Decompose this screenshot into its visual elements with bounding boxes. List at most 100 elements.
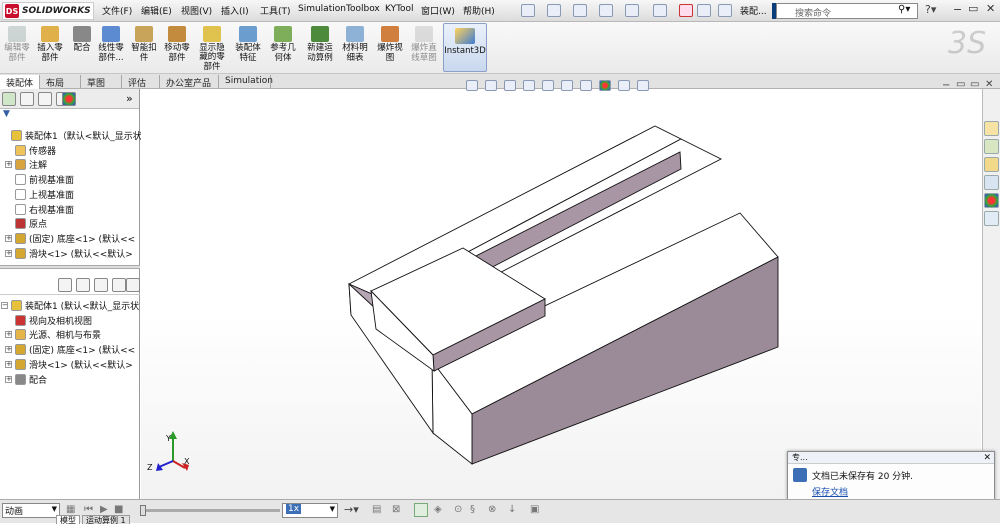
expand-icon[interactable]: +: [5, 346, 12, 354]
tab-3[interactable]: 评估: [122, 75, 160, 89]
ribbon-button-4[interactable]: 智能扣 件: [129, 26, 159, 72]
custom-properties-icon[interactable]: [984, 211, 999, 226]
ribbon-button-8[interactable]: 参考几 何体: [266, 26, 300, 72]
viewport-minimize-icon[interactable]: −: [942, 80, 950, 91]
viewport-restore-icon[interactable]: ▭: [970, 79, 979, 90]
rebuild-icon[interactable]: [679, 4, 693, 17]
display-style-icon[interactable]: [561, 80, 573, 91]
hide-show-icon[interactable]: [580, 80, 592, 91]
ribbon-button-9[interactable]: 新建运 动算例: [303, 26, 337, 72]
select-icon[interactable]: [653, 4, 667, 17]
expand-panel-icon[interactable]: »: [126, 92, 133, 105]
view-palette-icon[interactable]: [984, 175, 999, 190]
collapse-icon[interactable]: −: [1, 302, 8, 309]
file-properties-icon[interactable]: [697, 4, 711, 17]
contact-icon[interactable]: ⊗: [488, 504, 496, 515]
tree-row[interactable]: + 光源、相机与布景: [5, 328, 101, 341]
menu-item-8[interactable]: 窗口(W): [421, 4, 455, 17]
tree-row[interactable]: + (固定) 底座<1> (默认<<: [5, 232, 135, 245]
ribbon-button-1[interactable]: 插入零 部件: [35, 26, 65, 72]
menu-item-1[interactable]: 编辑(E): [141, 4, 172, 17]
playback-slider[interactable]: [140, 509, 280, 512]
expand-icon[interactable]: +: [5, 331, 12, 339]
filter-icon[interactable]: ▼: [3, 109, 10, 119]
add-key-icon[interactable]: ◈: [434, 504, 442, 515]
play-icon[interactable]: ▶: [100, 504, 108, 515]
tree-row[interactable]: 装配体1（默认<默认_显示状: [1, 129, 142, 142]
appearance-pane-icon[interactable]: [94, 278, 108, 292]
undo-icon[interactable]: [625, 4, 639, 17]
results-icon[interactable]: ▣: [530, 504, 539, 515]
menu-item-6[interactable]: Toolbox: [346, 4, 380, 14]
stop-icon[interactable]: ■: [114, 504, 123, 515]
close-icon[interactable]: ✕: [986, 2, 995, 15]
help-icon[interactable]: ?▾: [925, 3, 936, 16]
search-icon[interactable]: ⚲▾: [898, 4, 910, 15]
view-orientation-icon[interactable]: [542, 80, 554, 91]
menu-item-4[interactable]: 工具(T): [260, 4, 291, 17]
spring-icon[interactable]: §: [470, 504, 475, 515]
tree-row[interactable]: + 滑块<1> (默认<<默认>: [5, 358, 133, 371]
menu-item-9[interactable]: 帮助(H): [463, 4, 495, 17]
tree-row[interactable]: 前视基准面: [5, 173, 74, 186]
expand-icon[interactable]: +: [5, 360, 12, 368]
instant3d-button[interactable]: Instant3D: [443, 23, 487, 72]
search-input[interactable]: 搜索命令: [776, 3, 918, 19]
tree-row[interactable]: 传感器: [5, 144, 56, 157]
zoom-area-icon[interactable]: [485, 80, 497, 91]
zoom-to-fit-icon[interactable]: [466, 80, 478, 91]
tab-1[interactable]: 布局: [40, 75, 81, 89]
tab-2[interactable]: 草图: [81, 75, 122, 89]
tree-row[interactable]: + 滑块<1> (默认<<默认>: [5, 247, 133, 260]
playback-speed-select[interactable]: 1x ▼: [282, 503, 338, 518]
motor-icon[interactable]: ⊙: [454, 504, 462, 515]
save-icon[interactable]: [573, 4, 587, 17]
study-type-select[interactable]: 动画 ▼: [2, 503, 60, 518]
ribbon-button-3[interactable]: 线性零 部件...: [94, 26, 128, 72]
ribbon-button-10[interactable]: 材料明 细表: [340, 26, 370, 72]
tree-row[interactable]: + 配合: [5, 373, 47, 386]
ribbon-button-0[interactable]: 编辑零 部件: [2, 26, 32, 72]
panel-splitter[interactable]: [0, 265, 140, 269]
tree-row[interactable]: 右视基准面: [5, 203, 74, 216]
new-document-icon[interactable]: [521, 4, 535, 17]
apply-scene-icon[interactable]: [618, 80, 630, 91]
tab-5[interactable]: Simulation: [219, 75, 273, 89]
model-view[interactable]: Y X Z: [141, 89, 981, 499]
save-document-link[interactable]: 保存文档: [812, 485, 848, 498]
menu-item-7[interactable]: KYTool: [385, 4, 414, 14]
calculate-icon[interactable]: ▦: [66, 504, 75, 515]
menu-item-3[interactable]: 插入(I): [221, 4, 249, 17]
section-view-icon[interactable]: [523, 80, 535, 91]
animation-wizard-icon[interactable]: ⊠: [392, 504, 400, 515]
feature-manager-tab-icon[interactable]: [2, 92, 16, 106]
menu-item-5[interactable]: Simulation: [298, 4, 346, 14]
play-from-start-icon[interactable]: ⏮: [84, 504, 93, 515]
appearances-icon[interactable]: [984, 193, 999, 208]
tree-row[interactable]: 视向及相机视图: [5, 314, 92, 327]
notification-close-icon[interactable]: ✕: [983, 453, 991, 463]
expand-icon[interactable]: +: [5, 234, 12, 242]
slider-thumb[interactable]: [140, 505, 146, 516]
options-icon[interactable]: [718, 4, 732, 17]
tree-row[interactable]: + 注解: [5, 158, 47, 171]
gravity-icon[interactable]: ↓: [508, 504, 516, 515]
print-icon[interactable]: [599, 4, 613, 17]
tree-row[interactable]: 上视基准面: [5, 188, 74, 201]
open-icon[interactable]: [547, 4, 561, 17]
ribbon-button-2[interactable]: 配合: [71, 26, 93, 72]
playback-mode-icon[interactable]: →▾: [344, 503, 359, 516]
tree-row[interactable]: 原点: [5, 217, 47, 230]
ribbon-button-7[interactable]: 装配体 特征: [233, 26, 263, 72]
solidworks-logo[interactable]: DS SOLIDWORKS: [2, 2, 94, 20]
menu-item-2[interactable]: 视图(V): [181, 4, 212, 17]
restore-icon[interactable]: ▭: [968, 2, 978, 15]
ribbon-button-11[interactable]: 爆炸视 图: [375, 26, 405, 72]
expand-icon[interactable]: +: [5, 375, 12, 383]
menu-item-0[interactable]: 文件(F): [102, 4, 132, 17]
design-library-icon[interactable]: [984, 139, 999, 154]
display-mode-pane-icon[interactable]: [126, 278, 140, 292]
file-explorer-icon[interactable]: [984, 157, 999, 172]
tab-0[interactable]: 装配体: [0, 75, 40, 89]
autokey-icon[interactable]: [414, 503, 428, 517]
